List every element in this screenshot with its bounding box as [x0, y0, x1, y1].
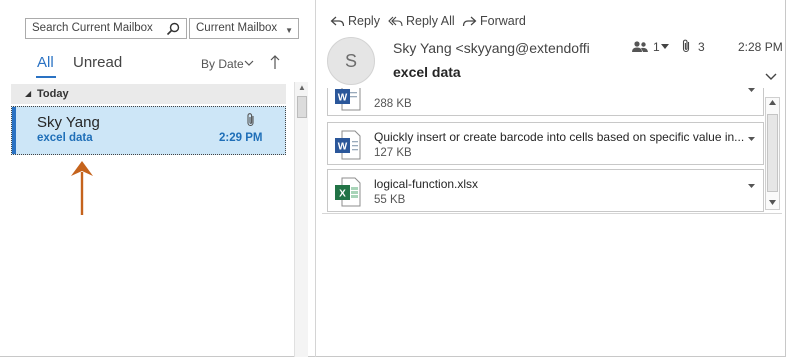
reply-all-icon — [388, 16, 403, 27]
scroll-up-icon[interactable]: ▲ — [298, 83, 306, 92]
up-arrow-annotation — [71, 161, 93, 215]
reply-icon — [330, 16, 345, 27]
filter-all-tab[interactable]: All — [37, 54, 54, 71]
attachment-count: 3 — [698, 40, 705, 54]
search-input[interactable]: Search Current Mailbox — [25, 18, 187, 39]
expand-header-icon[interactable] — [765, 72, 777, 82]
svg-text:X: X — [339, 189, 346, 200]
svg-text:W: W — [338, 93, 348, 104]
search-placeholder: Search Current Mailbox — [32, 22, 153, 34]
people-icon[interactable] — [632, 41, 648, 53]
recipient-count: 1 — [653, 40, 660, 54]
mail-list-item[interactable]: Sky Yang excel data 2:29 PM — [11, 106, 286, 155]
paperclip-icon — [682, 39, 690, 53]
filter-unread-tab[interactable]: Unread — [73, 54, 122, 71]
mail-sender: Sky Yang — [37, 114, 100, 131]
active-tab-underline — [36, 76, 56, 78]
search-icon[interactable] — [166, 22, 180, 36]
mail-time: 2:29 PM — [219, 132, 263, 144]
chevron-down-icon: ▼ — [285, 26, 293, 35]
message-subject: excel data — [393, 64, 461, 80]
message-list-pane: Search Current Mailbox Current Mailbox ▼… — [0, 0, 316, 357]
sender-avatar[interactable]: S — [327, 37, 375, 85]
svg-text:W: W — [338, 142, 348, 153]
collapse-triangle-icon: ◢ — [25, 89, 32, 98]
chevron-down-icon[interactable] — [661, 44, 669, 50]
word-file-icon: W — [335, 88, 361, 111]
date-group-header[interactable]: ◢ Today — [11, 84, 286, 104]
chevron-down-icon[interactable] — [748, 184, 755, 189]
paperclip-icon — [247, 113, 254, 127]
chevron-down-icon[interactable] — [243, 58, 255, 68]
group-label: Today — [37, 88, 69, 100]
attachment-card[interactable]: W Quickly insert or create barcode into … — [327, 122, 764, 165]
search-scope-label: Current Mailbox — [196, 22, 278, 34]
message-from[interactable]: Sky Yang <skyyang@extendoffi — [393, 40, 590, 56]
reply-all-label: Reply All — [406, 14, 455, 28]
scrollbar-thumb[interactable] — [767, 114, 778, 192]
search-scope-dropdown[interactable]: Current Mailbox ▼ — [189, 18, 299, 39]
sent-time: 2:28 PM — [738, 40, 783, 54]
sort-direction-icon[interactable] — [269, 54, 281, 70]
attachment-card[interactable]: W 288 KB — [327, 88, 764, 116]
mail-subject: excel data — [37, 132, 93, 144]
scroll-down-icon[interactable] — [768, 197, 777, 207]
selection-accent-bar — [12, 107, 16, 154]
scrollbar-thumb[interactable] — [297, 96, 307, 118]
chevron-down-icon[interactable] — [748, 88, 755, 93]
message-list-scrollbar[interactable]: ▲ — [294, 82, 308, 357]
attachment-name: logical-function.xlsx — [374, 177, 479, 191]
attachment-name: Quickly insert or create barcode into ce… — [374, 130, 745, 144]
attachment-size: 127 KB — [374, 147, 412, 159]
scroll-up-icon[interactable] — [768, 98, 777, 108]
word-file-icon: W — [335, 130, 361, 160]
forward-label: Forward — [480, 14, 526, 28]
forward-icon — [462, 16, 477, 27]
attachment-size: 288 KB — [374, 98, 412, 110]
attachments-scrollbar[interactable] — [765, 97, 780, 210]
chevron-down-icon[interactable] — [748, 137, 755, 142]
sort-by-dropdown[interactable]: By Date — [201, 57, 244, 71]
attachment-card[interactable]: X logical-function.xlsx 55 KB — [327, 169, 764, 212]
attachments-area: W 288 KB W Quickly insert or create barc… — [322, 88, 782, 214]
excel-file-icon: X — [335, 177, 361, 207]
attachment-size: 55 KB — [374, 194, 406, 206]
reply-label: Reply — [348, 14, 380, 28]
